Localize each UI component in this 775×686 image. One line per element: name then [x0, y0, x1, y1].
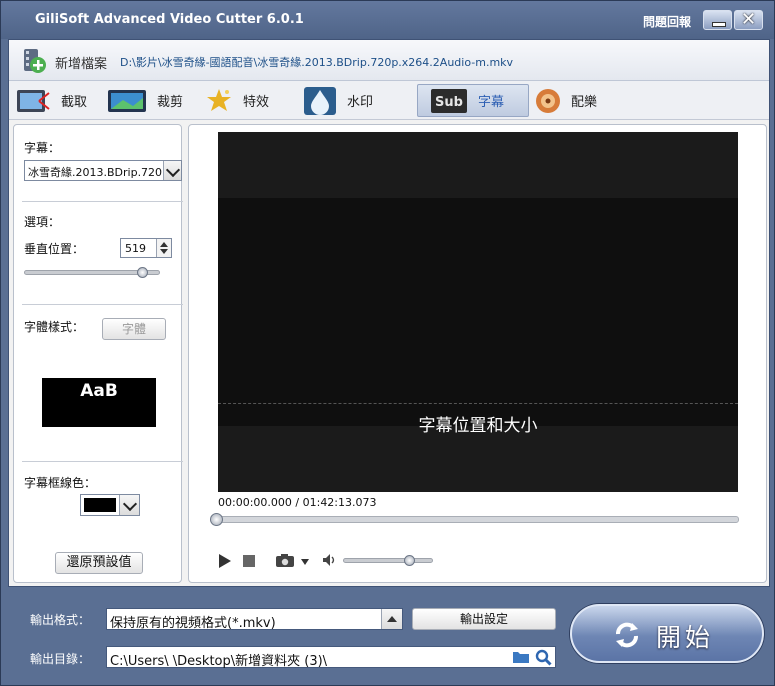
- video-letterbox-top: [218, 132, 738, 198]
- close-button[interactable]: ✕: [734, 9, 763, 30]
- subtitle-settings-panel: 字幕： 冰雪奇緣.2013.BDrip.720p 選項： 垂直位置： 519 字…: [13, 124, 183, 583]
- subtitle-file-dropdown-button[interactable]: [163, 161, 181, 180]
- vertical-position-stepper[interactable]: 519: [120, 238, 172, 258]
- film-cut-icon: [17, 89, 50, 112]
- seek-knob[interactable]: [210, 513, 223, 526]
- add-file-icon[interactable]: [18, 45, 48, 75]
- volume-icon[interactable]: [322, 553, 337, 567]
- start-button[interactable]: 開始: [570, 604, 764, 663]
- tab-cut-label: 截取: [61, 95, 88, 110]
- tab-music-label: 配樂: [571, 95, 598, 110]
- stepper-arrows[interactable]: [156, 239, 171, 257]
- crop-icon: [108, 89, 146, 112]
- tab-effects[interactable]: 特效: [205, 84, 295, 117]
- preview-panel: 字幕位置和大小 00:00:00.000 / 01:42:13.073: [188, 124, 767, 583]
- tab-subtitle-label: 字幕: [478, 95, 505, 110]
- divider: [22, 304, 183, 305]
- watermark-icon: [304, 86, 336, 115]
- refresh-icon: [616, 622, 638, 648]
- start-button-label: 開始: [656, 623, 715, 652]
- tab-music[interactable]: 配樂: [535, 84, 625, 117]
- snapshot-icon[interactable]: [276, 554, 294, 567]
- total-time: 01:42:13.073: [302, 496, 377, 509]
- font-button[interactable]: 字體: [102, 318, 166, 340]
- add-file-label[interactable]: 新增檔案: [55, 53, 107, 72]
- minimize-button[interactable]: [703, 10, 732, 30]
- vertical-position-slider[interactable]: [24, 267, 160, 278]
- divider: [22, 461, 183, 462]
- effects-icon: [207, 88, 231, 111]
- tab-crop-label: 裁剪: [157, 95, 184, 110]
- output-dir-label: 輸出目錄：: [30, 652, 91, 666]
- chevron-down-icon: [165, 162, 181, 178]
- search-icon[interactable]: [535, 649, 552, 666]
- subtitle-area-outline[interactable]: [218, 403, 738, 404]
- output-dir-value: C:\Users\ \Desktop\新增資料夾 (3)\: [110, 654, 328, 669]
- minimize-icon: [712, 22, 726, 27]
- volume-knob[interactable]: [404, 555, 415, 566]
- output-format-dropdown-button[interactable]: [381, 609, 402, 629]
- reset-defaults-button[interactable]: 還原預設值: [55, 552, 143, 574]
- divider: [22, 201, 183, 202]
- arrow-up-icon: [387, 616, 397, 622]
- seek-bar[interactable]: [210, 513, 739, 526]
- play-icon[interactable]: [219, 554, 231, 568]
- snapshot-dropdown-icon[interactable]: [301, 559, 309, 565]
- window-title: GiliSoft Advanced Video Cutter 6.0.1: [35, 12, 304, 27]
- arrow-up-icon[interactable]: [160, 242, 168, 247]
- video-preview[interactable]: 字幕位置和大小: [218, 132, 738, 492]
- color-dropdown-button[interactable]: [119, 495, 139, 515]
- svg-text:Sub: Sub: [435, 95, 463, 110]
- output-bar: 輸出格式： 保持原有的視頻格式(*.mkv) 輸出設定 輸出目錄： C:\Use…: [8, 597, 768, 679]
- time-readout: 00:00:00.000 / 01:42:13.073: [218, 496, 377, 509]
- slider-knob[interactable]: [136, 267, 148, 278]
- border-color-picker[interactable]: [80, 494, 140, 516]
- feedback-link[interactable]: 問題回報: [643, 13, 691, 30]
- volume-slider[interactable]: [343, 555, 433, 566]
- tab-crop[interactable]: 裁剪: [107, 84, 197, 117]
- app-window: GiliSoft Advanced Video Cutter 6.0.1 問題回…: [0, 0, 775, 686]
- vertical-position-value: 519: [125, 242, 146, 255]
- subtitle-overlay-text[interactable]: 字幕位置和大小: [218, 411, 738, 436]
- subtitle-icon: Sub: [431, 88, 467, 113]
- output-format-label: 輸出格式：: [30, 613, 91, 627]
- tab-watermark-label: 水印: [347, 95, 374, 110]
- title-bar[interactable]: GiliSoft Advanced Video Cutter 6.0.1 問題回…: [1, 1, 774, 39]
- toolbar: 截取 裁剪 特效 水印 Sub 字幕 配樂: [9, 81, 769, 120]
- output-dir-field[interactable]: C:\Users\ \Desktop\新增資料夾 (3)\: [106, 646, 556, 669]
- subtitle-label: 字幕：: [24, 141, 61, 155]
- output-format-select[interactable]: 保持原有的視頻格式(*.mkv): [106, 608, 403, 631]
- chevron-down-icon: [122, 496, 138, 512]
- folder-icon[interactable]: [512, 650, 530, 664]
- tab-cut[interactable]: 截取: [15, 84, 105, 117]
- tab-subtitle[interactable]: Sub 字幕: [417, 84, 529, 117]
- font-preview: AaB: [42, 378, 156, 427]
- subtitle-file-select[interactable]: 冰雪奇緣.2013.BDrip.720p: [24, 160, 182, 181]
- subtitle-file-value: 冰雪奇緣.2013.BDrip.720p: [28, 166, 162, 179]
- tab-effects-label: 特效: [243, 95, 270, 110]
- time-separator: /: [291, 496, 303, 509]
- tab-watermark[interactable]: 水印: [303, 84, 403, 117]
- music-icon: [536, 88, 560, 113]
- close-icon: ✕: [740, 9, 757, 30]
- output-format-value: 保持原有的視頻格式(*.mkv): [110, 616, 276, 631]
- output-settings-button[interactable]: 輸出設定: [412, 608, 556, 630]
- file-bar: 新增檔案 D:\影片\冰雪奇緣-國語配音\冰雪奇緣.2013.BDrip.720…: [9, 40, 769, 81]
- arrow-down-icon[interactable]: [160, 249, 168, 254]
- font-style-label: 字體樣式：: [24, 320, 85, 334]
- border-color-label: 字幕框線色：: [24, 476, 97, 490]
- vertical-position-label: 垂直位置：: [24, 242, 85, 256]
- current-time: 00:00:00.000: [218, 496, 292, 509]
- stop-icon[interactable]: [243, 555, 255, 567]
- color-swatch: [84, 498, 116, 512]
- main-area: 新增檔案 D:\影片\冰雪奇緣-國語配音\冰雪奇緣.2013.BDrip.720…: [8, 39, 770, 587]
- options-label: 選項：: [24, 215, 61, 229]
- file-path: D:\影片\冰雪奇緣-國語配音\冰雪奇緣.2013.BDrip.720p.x26…: [120, 56, 514, 69]
